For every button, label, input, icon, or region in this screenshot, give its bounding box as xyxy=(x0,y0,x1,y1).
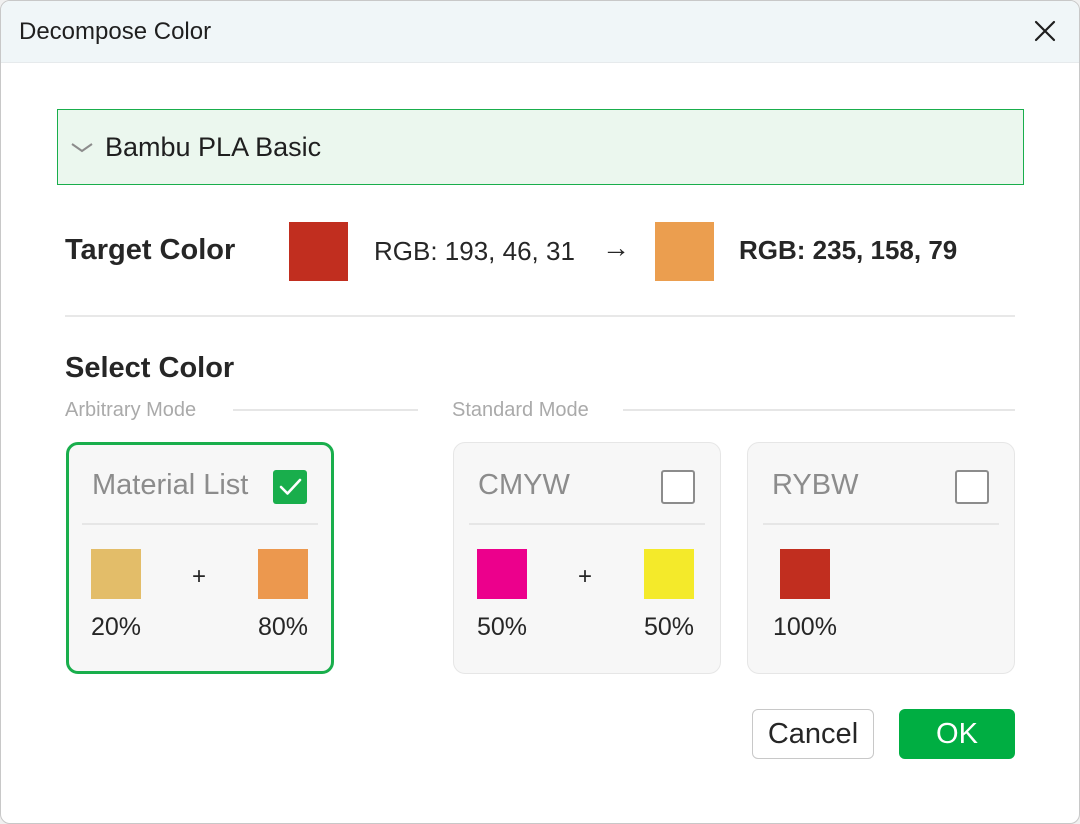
result-rgb-text: RGB: 235, 158, 79 xyxy=(739,235,958,265)
swatch-percent: 20% xyxy=(91,613,142,641)
standard-mode-label: Standard Mode xyxy=(452,399,589,421)
material-list-card[interactable]: Material List + 20% 80% xyxy=(66,442,334,674)
swatch-percent: 100% xyxy=(773,613,837,641)
cmyw-checkbox[interactable] xyxy=(661,470,695,504)
rybw-card[interactable]: RYBW 100% xyxy=(747,442,1015,674)
color-swatch xyxy=(477,549,527,599)
standard-mode-divider xyxy=(623,409,1015,411)
original-rgb-text: RGB: 193, 46, 31 xyxy=(374,236,575,266)
original-color-swatch xyxy=(289,222,348,281)
arbitrary-mode-divider xyxy=(233,409,418,411)
color-swatch xyxy=(91,549,141,599)
result-color-swatch xyxy=(655,222,714,281)
arbitrary-mode-label: Arbitrary Mode xyxy=(65,399,197,421)
card-title: Material List xyxy=(92,469,249,501)
material-dropdown[interactable]: Bambu PLA Basic xyxy=(57,109,1024,185)
plus-sign: + xyxy=(192,563,207,590)
card-title: CMYW xyxy=(478,469,570,501)
close-icon xyxy=(1034,20,1056,42)
card-title: RYBW xyxy=(772,469,859,501)
cmyw-card[interactable]: CMYW + 50% 50% xyxy=(453,442,721,674)
material-dropdown-value: Bambu PLA Basic xyxy=(105,132,322,162)
dialog-title: Decompose Color xyxy=(19,18,212,45)
card-divider xyxy=(82,523,318,525)
color-swatch xyxy=(780,549,830,599)
card-divider xyxy=(469,523,705,525)
swatch-percent: 50% xyxy=(644,613,695,641)
title-bar: Decompose Color xyxy=(1,1,1079,63)
card-divider xyxy=(763,523,999,525)
checkmark-icon xyxy=(279,478,302,495)
close-button[interactable] xyxy=(1025,11,1065,51)
swatch-percent: 80% xyxy=(258,613,309,641)
swatch-percent: 50% xyxy=(477,613,528,641)
cancel-button[interactable]: Cancel xyxy=(752,709,874,759)
material-list-checkbox[interactable] xyxy=(273,470,307,504)
arrow-right-icon: → xyxy=(602,232,630,263)
select-color-label: Select Color xyxy=(65,352,235,384)
rybw-checkbox[interactable] xyxy=(955,470,989,504)
target-color-label: Target Color xyxy=(65,234,236,266)
section-divider xyxy=(65,315,1015,317)
chevron-down-icon xyxy=(71,143,93,153)
plus-sign: + xyxy=(578,563,593,590)
ok-button[interactable]: OK xyxy=(899,709,1015,759)
color-swatch xyxy=(258,549,308,599)
decompose-color-dialog: Decompose Color Bambu PLA Basic Target C… xyxy=(0,0,1080,824)
color-swatch xyxy=(644,549,694,599)
